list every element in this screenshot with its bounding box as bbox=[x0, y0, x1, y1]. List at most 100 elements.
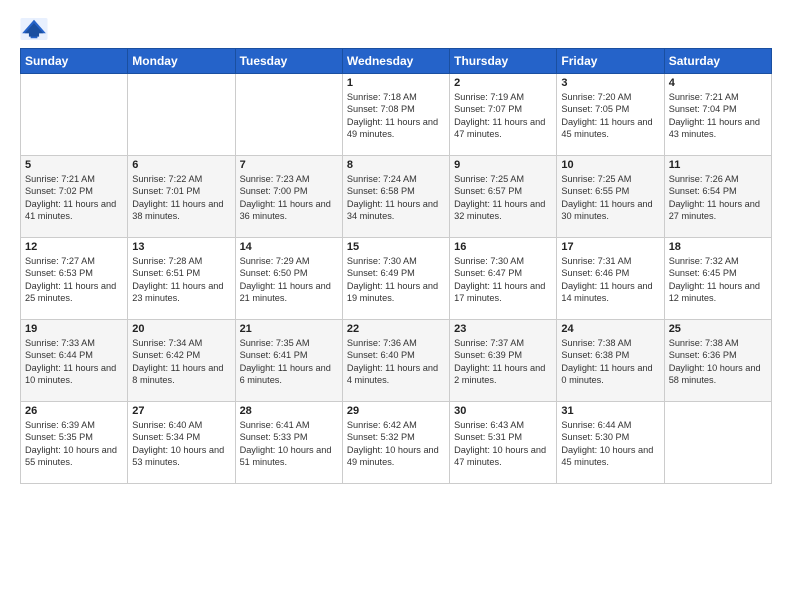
calendar-cell: 7 Sunrise: 7:23 AM Sunset: 7:00 PM Daylig… bbox=[235, 156, 342, 238]
day-number: 26 bbox=[25, 405, 123, 417]
day-info: Sunrise: 7:28 AM Sunset: 6:51 PM Dayligh… bbox=[132, 255, 230, 305]
calendar-cell: 11 Sunrise: 7:26 AM Sunset: 6:54 PM Dayli… bbox=[664, 156, 771, 238]
day-number: 1 bbox=[347, 77, 445, 89]
day-info: Sunrise: 7:19 AM Sunset: 7:07 PM Dayligh… bbox=[454, 91, 552, 141]
day-info: Sunrise: 6:41 AM Sunset: 5:33 PM Dayligh… bbox=[240, 419, 338, 469]
day-info: Sunrise: 7:33 AM Sunset: 6:44 PM Dayligh… bbox=[25, 337, 123, 387]
calendar-cell: 31 Sunrise: 6:44 AM Sunset: 5:30 PM Dayli… bbox=[557, 402, 664, 484]
calendar-cell: 24 Sunrise: 7:38 AM Sunset: 6:38 PM Dayli… bbox=[557, 320, 664, 402]
day-number: 24 bbox=[561, 323, 659, 335]
calendar-cell: 9 Sunrise: 7:25 AM Sunset: 6:57 PM Daylig… bbox=[450, 156, 557, 238]
calendar-cell: 21Sunrise: 7:35 AM Sunset: 6:41 PM Dayli… bbox=[235, 320, 342, 402]
calendar-week-row: 26 Sunrise: 6:39 AM Sunset: 5:35 PM Dayli… bbox=[21, 402, 772, 484]
day-number: 30 bbox=[454, 405, 552, 417]
day-info: Sunrise: 7:21 AM Sunset: 7:02 PM Dayligh… bbox=[25, 173, 123, 223]
day-number: 11 bbox=[669, 159, 767, 171]
day-info: Sunrise: 6:39 AM Sunset: 5:35 PM Dayligh… bbox=[25, 419, 123, 469]
weekday-header-saturday: Saturday bbox=[664, 49, 771, 74]
day-number: 28 bbox=[240, 405, 338, 417]
day-number: 9 bbox=[454, 159, 552, 171]
day-info: Sunrise: 6:44 AM Sunset: 5:30 PM Dayligh… bbox=[561, 419, 659, 469]
calendar-cell: 1 Sunrise: 7:18 AM Sunset: 7:08 PM Daylig… bbox=[342, 74, 449, 156]
calendar-cell: 5 Sunrise: 7:21 AM Sunset: 7:02 PM Daylig… bbox=[21, 156, 128, 238]
header bbox=[20, 18, 772, 40]
calendar-cell: 26 Sunrise: 6:39 AM Sunset: 5:35 PM Dayli… bbox=[21, 402, 128, 484]
calendar-week-row: 1 Sunrise: 7:18 AM Sunset: 7:08 PM Daylig… bbox=[21, 74, 772, 156]
day-number: 17 bbox=[561, 241, 659, 253]
calendar-cell: 2 Sunrise: 7:19 AM Sunset: 7:07 PM Daylig… bbox=[450, 74, 557, 156]
day-info: Sunrise: 7:20 AM Sunset: 7:05 PM Dayligh… bbox=[561, 91, 659, 141]
day-number: 19 bbox=[25, 323, 123, 335]
day-number: 6 bbox=[132, 159, 230, 171]
calendar-table: SundayMondayTuesdayWednesdayThursdayFrid… bbox=[20, 48, 772, 484]
day-number: 12 bbox=[25, 241, 123, 253]
day-number: 7 bbox=[240, 159, 338, 171]
day-number: 4 bbox=[669, 77, 767, 89]
weekday-header-thursday: Thursday bbox=[450, 49, 557, 74]
day-info: Sunrise: 6:42 AM Sunset: 5:32 PM Dayligh… bbox=[347, 419, 445, 469]
calendar-week-row: 19 Sunrise: 7:33 AM Sunset: 6:44 PM Dayli… bbox=[21, 320, 772, 402]
day-number: 10 bbox=[561, 159, 659, 171]
logo bbox=[20, 18, 52, 40]
day-number: 3 bbox=[561, 77, 659, 89]
calendar-cell: 18Sunrise: 7:32 AM Sunset: 6:45 PM Dayli… bbox=[664, 238, 771, 320]
day-number: 16 bbox=[454, 241, 552, 253]
calendar-cell bbox=[128, 74, 235, 156]
calendar-cell bbox=[235, 74, 342, 156]
calendar-cell: 19 Sunrise: 7:33 AM Sunset: 6:44 PM Dayli… bbox=[21, 320, 128, 402]
calendar-cell: 6 Sunrise: 7:22 AM Sunset: 7:01 PM Daylig… bbox=[128, 156, 235, 238]
calendar-cell: 30 Sunrise: 6:43 AM Sunset: 5:31 PM Dayli… bbox=[450, 402, 557, 484]
day-info: Sunrise: 7:21 AM Sunset: 7:04 PM Dayligh… bbox=[669, 91, 767, 141]
day-number: 5 bbox=[25, 159, 123, 171]
day-info: Sunrise: 7:25 AM Sunset: 6:57 PM Dayligh… bbox=[454, 173, 552, 223]
day-info: Sunrise: 7:23 AM Sunset: 7:00 PM Dayligh… bbox=[240, 173, 338, 223]
day-info: Sunrise: 7:31 AM Sunset: 6:46 PM Dayligh… bbox=[561, 255, 659, 305]
day-info: Sunrise: 7:25 AM Sunset: 6:55 PM Dayligh… bbox=[561, 173, 659, 223]
day-number: 31 bbox=[561, 405, 659, 417]
day-number: 14 bbox=[240, 241, 338, 253]
calendar-cell: 10 Sunrise: 7:25 AM Sunset: 6:55 PM Dayli… bbox=[557, 156, 664, 238]
calendar-cell: 8 Sunrise: 7:24 AM Sunset: 6:58 PM Daylig… bbox=[342, 156, 449, 238]
day-info: Sunrise: 7:38 AM Sunset: 6:36 PM Dayligh… bbox=[669, 337, 767, 387]
calendar-cell: 25Sunrise: 7:38 AM Sunset: 6:36 PM Dayli… bbox=[664, 320, 771, 402]
calendar-cell: 17 Sunrise: 7:31 AM Sunset: 6:46 PM Dayli… bbox=[557, 238, 664, 320]
day-number: 2 bbox=[454, 77, 552, 89]
calendar-cell: 3 Sunrise: 7:20 AM Sunset: 7:05 PM Daylig… bbox=[557, 74, 664, 156]
day-info: Sunrise: 7:37 AM Sunset: 6:39 PM Dayligh… bbox=[454, 337, 552, 387]
calendar-week-row: 12 Sunrise: 7:27 AM Sunset: 6:53 PM Dayli… bbox=[21, 238, 772, 320]
day-number: 27 bbox=[132, 405, 230, 417]
weekday-header-monday: Monday bbox=[128, 49, 235, 74]
day-number: 15 bbox=[347, 241, 445, 253]
calendar-cell: 14 Sunrise: 7:29 AM Sunset: 6:50 PM Dayli… bbox=[235, 238, 342, 320]
day-info: Sunrise: 6:43 AM Sunset: 5:31 PM Dayligh… bbox=[454, 419, 552, 469]
day-info: Sunrise: 7:27 AM Sunset: 6:53 PM Dayligh… bbox=[25, 255, 123, 305]
calendar-cell: 20Sunrise: 7:34 AM Sunset: 6:42 PM Dayli… bbox=[128, 320, 235, 402]
calendar-week-row: 5 Sunrise: 7:21 AM Sunset: 7:02 PM Daylig… bbox=[21, 156, 772, 238]
calendar-cell: 16 Sunrise: 7:30 AM Sunset: 6:47 PM Dayli… bbox=[450, 238, 557, 320]
calendar-cell: 23Sunrise: 7:37 AM Sunset: 6:39 PM Dayli… bbox=[450, 320, 557, 402]
day-info: Sunrise: 7:34 AM Sunset: 6:42 PM Dayligh… bbox=[132, 337, 230, 387]
day-info: Sunrise: 7:30 AM Sunset: 6:47 PM Dayligh… bbox=[454, 255, 552, 305]
day-info: Sunrise: 7:29 AM Sunset: 6:50 PM Dayligh… bbox=[240, 255, 338, 305]
day-number: 13 bbox=[132, 241, 230, 253]
day-info: Sunrise: 7:22 AM Sunset: 7:01 PM Dayligh… bbox=[132, 173, 230, 223]
calendar-cell: 13 Sunrise: 7:28 AM Sunset: 6:51 PM Dayli… bbox=[128, 238, 235, 320]
day-info: Sunrise: 7:38 AM Sunset: 6:38 PM Dayligh… bbox=[561, 337, 659, 387]
weekday-header-row: SundayMondayTuesdayWednesdayThursdayFrid… bbox=[21, 49, 772, 74]
day-info: Sunrise: 7:18 AM Sunset: 7:08 PM Dayligh… bbox=[347, 91, 445, 141]
day-info: Sunrise: 6:40 AM Sunset: 5:34 PM Dayligh… bbox=[132, 419, 230, 469]
weekday-header-friday: Friday bbox=[557, 49, 664, 74]
calendar-cell: 28 Sunrise: 6:41 AM Sunset: 5:33 PM Dayli… bbox=[235, 402, 342, 484]
calendar-cell: 12 Sunrise: 7:27 AM Sunset: 6:53 PM Dayli… bbox=[21, 238, 128, 320]
day-number: 8 bbox=[347, 159, 445, 171]
calendar-cell: 29 Sunrise: 6:42 AM Sunset: 5:32 PM Dayli… bbox=[342, 402, 449, 484]
weekday-header-sunday: Sunday bbox=[21, 49, 128, 74]
calendar-cell: 22Sunrise: 7:36 AM Sunset: 6:40 PM Dayli… bbox=[342, 320, 449, 402]
day-number: 29 bbox=[347, 405, 445, 417]
day-info: Sunrise: 7:26 AM Sunset: 6:54 PM Dayligh… bbox=[669, 173, 767, 223]
day-info: Sunrise: 7:24 AM Sunset: 6:58 PM Dayligh… bbox=[347, 173, 445, 223]
day-info: Sunrise: 7:30 AM Sunset: 6:49 PM Dayligh… bbox=[347, 255, 445, 305]
calendar-cell: 15 Sunrise: 7:30 AM Sunset: 6:49 PM Dayli… bbox=[342, 238, 449, 320]
calendar-cell: 4 Sunrise: 7:21 AM Sunset: 7:04 PM Daylig… bbox=[664, 74, 771, 156]
day-number: 21 bbox=[240, 323, 338, 335]
